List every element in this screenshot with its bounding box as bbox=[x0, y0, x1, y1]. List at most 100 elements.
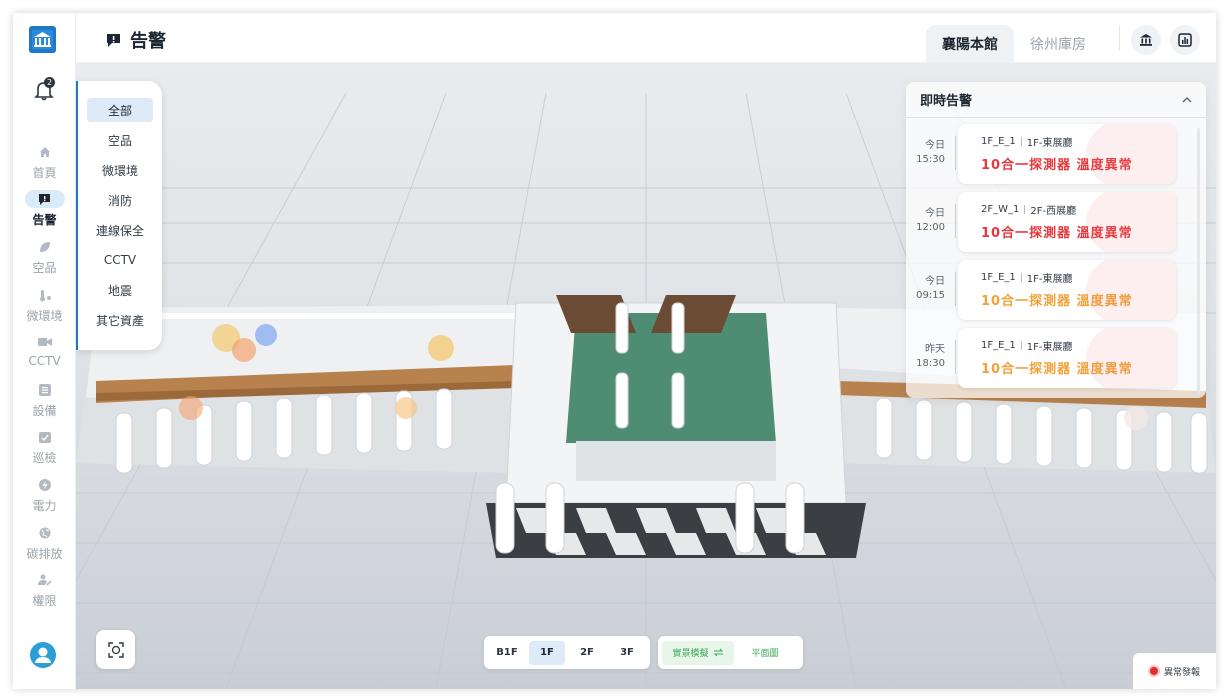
category-micro-env[interactable]: 微環境 bbox=[87, 158, 153, 182]
header-divider bbox=[1119, 25, 1120, 51]
alert-area: 2F-西展廳 bbox=[1030, 206, 1077, 217]
report-button[interactable] bbox=[1170, 25, 1200, 55]
category-all[interactable]: 全部 bbox=[87, 98, 153, 122]
swap-icon bbox=[713, 648, 723, 657]
nav-item-micro-env[interactable]: 微環境 bbox=[13, 286, 76, 330]
alert-card[interactable]: 1F_E_1 1F-東展廳 10合一探測器 溫度異常 bbox=[958, 124, 1176, 184]
nav-item-carbon[interactable]: 碳排放 bbox=[13, 524, 76, 568]
live-view-button[interactable]: 實景模擬 bbox=[662, 640, 734, 665]
floor-1f-button[interactable]: 1F bbox=[529, 640, 565, 665]
nav-label: 首頁 bbox=[32, 166, 57, 180]
alert-item[interactable]: 今日 15:30 1F_E_1 1F-東展廳 10合一探測器 溫度異常 bbox=[906, 122, 1198, 184]
camera-icon bbox=[25, 333, 65, 351]
nav-label: 告警 bbox=[32, 213, 57, 227]
alerts-scrollbar[interactable] bbox=[1197, 128, 1200, 394]
nav-label: 電力 bbox=[32, 499, 57, 513]
category-cctv[interactable]: CCTV bbox=[87, 248, 153, 272]
alert-message: 10合一探測器 溫度異常 bbox=[981, 362, 1133, 377]
globe-icon bbox=[25, 524, 65, 542]
bank-icon bbox=[1140, 34, 1152, 46]
checklist-icon bbox=[25, 428, 65, 446]
category-earthquake[interactable]: 地震 bbox=[87, 278, 153, 302]
alert-icon bbox=[24, 190, 65, 208]
alert-time: 昨天 18:30 bbox=[906, 340, 956, 374]
view-mode-selector: 實景模擬 平面圖 bbox=[658, 636, 803, 669]
alert-code: 2F_W_1 bbox=[981, 204, 1020, 215]
alert-message: 10合一探測器 溫度異常 bbox=[981, 226, 1133, 241]
alert-message: 10合一探測器 溫度異常 bbox=[981, 294, 1133, 309]
fit-view-button[interactable] bbox=[96, 630, 135, 669]
nav-item-permission[interactable]: 權限 bbox=[13, 571, 76, 615]
category-filter-menu: 全部 空品 微環境 消防 連線保全 CCTV 地震 其它資產 bbox=[76, 81, 162, 350]
alert-icon bbox=[107, 33, 120, 47]
alert-area: 1F-東展廳 bbox=[1026, 342, 1073, 353]
building-3d-view[interactable]: 全部 空品 微環境 消防 連線保全 CCTV 地震 其它資產 即時告警 今日 15… bbox=[76, 63, 1216, 689]
floor-3f-button[interactable]: 3F bbox=[609, 641, 645, 665]
nav-item-home[interactable]: 首頁 bbox=[13, 143, 76, 187]
category-fire[interactable]: 消防 bbox=[87, 188, 153, 212]
floor-plan-button[interactable]: 平面圖 bbox=[734, 641, 796, 665]
legend-label: 異常發報 bbox=[1164, 667, 1201, 678]
realtime-alerts-panel: 即時告警 今日 15:30 1F_E_1 1F-東展廳 10合一探測器 溫度異常 今… bbox=[906, 82, 1206, 398]
nav-label: 巡檢 bbox=[32, 451, 57, 465]
notification-bell[interactable]: 2 bbox=[31, 77, 57, 103]
sidebar: 2 首頁 告警 空品 微環境 CCTV 設備 巡檢 電力 碳排放 權限 bbox=[13, 13, 76, 689]
nav-label: 微環境 bbox=[26, 309, 63, 323]
alert-item[interactable]: 今日 09:15 1F_E_1 1F-東展廳 10合一探測器 溫度異常 bbox=[906, 258, 1198, 320]
nav-item-cctv[interactable]: CCTV bbox=[13, 333, 76, 377]
alert-time: 今日 12:00 bbox=[906, 204, 956, 238]
live-view-label: 實景模擬 bbox=[672, 649, 709, 659]
alert-item[interactable]: 今日 12:00 2F_W_1 2F-西展廳 10合一探測器 溫度異常 bbox=[906, 190, 1198, 252]
nav-label: 權限 bbox=[32, 594, 57, 608]
top-header: 告警 襄陽本館 徐州庫房 bbox=[76, 13, 1216, 63]
nav-item-inspection[interactable]: 巡檢 bbox=[13, 428, 76, 472]
category-security[interactable]: 連線保全 bbox=[87, 218, 153, 242]
alert-area: 1F-東展廳 bbox=[1026, 274, 1073, 285]
page-title: 告警 bbox=[106, 27, 166, 53]
user-avatar[interactable] bbox=[30, 642, 56, 668]
museum-logo[interactable] bbox=[29, 26, 56, 53]
floor-selector: B1F 1F 2F 3F bbox=[484, 636, 650, 669]
site-tabs: 襄陽本館 徐州庫房 bbox=[926, 25, 1102, 63]
page-title-text: 告警 bbox=[130, 31, 166, 52]
alert-item[interactable]: 昨天 18:30 1F_E_1 1F-東展廳 10合一探測器 溫度異常 bbox=[906, 326, 1198, 388]
alert-code: 1F_E_1 bbox=[981, 272, 1016, 283]
alert-time: 今日 15:30 bbox=[906, 136, 956, 170]
home-icon bbox=[25, 143, 65, 161]
alert-card[interactable]: 1F_E_1 1F-東展廳 10合一探測器 溫度異常 bbox=[958, 260, 1176, 320]
chevron-up-icon[interactable] bbox=[1182, 96, 1192, 103]
floor-b1f-button[interactable]: B1F bbox=[489, 641, 525, 665]
power-icon bbox=[25, 476, 65, 494]
nav-item-power[interactable]: 電力 bbox=[13, 476, 76, 520]
tab-xiangyang[interactable]: 襄陽本館 bbox=[926, 25, 1014, 63]
nav-label: 設備 bbox=[32, 404, 57, 418]
alert-code: 1F_E_1 bbox=[981, 340, 1016, 351]
alert-card[interactable]: 2F_W_1 2F-西展廳 10合一探測器 溫度異常 bbox=[958, 192, 1176, 252]
nav-item-alert[interactable]: 告警 bbox=[13, 190, 76, 234]
notification-count-badge: 2 bbox=[44, 77, 55, 88]
nav-item-equipment[interactable]: 設備 bbox=[13, 381, 76, 425]
alert-time: 今日 09:15 bbox=[906, 272, 956, 306]
alert-message: 10合一探測器 溫度異常 bbox=[981, 158, 1133, 173]
user-key-icon bbox=[25, 571, 65, 589]
thermometer-icon bbox=[25, 286, 65, 304]
alert-area: 1F-東展廳 bbox=[1026, 138, 1073, 149]
bar-chart-icon bbox=[1178, 33, 1192, 47]
nav-label: CCTV bbox=[28, 354, 61, 368]
nav-item-air-quality[interactable]: 空品 bbox=[13, 238, 76, 282]
alert-code: 1F_E_1 bbox=[981, 136, 1016, 147]
building-button[interactable] bbox=[1131, 25, 1161, 55]
category-other-assets[interactable]: 其它資產 bbox=[87, 308, 153, 332]
list-icon bbox=[25, 381, 65, 399]
nav-label: 碳排放 bbox=[26, 547, 63, 561]
alert-card[interactable]: 1F_E_1 1F-東展廳 10合一探測器 溫度異常 bbox=[958, 328, 1176, 388]
abnormal-legend: 異常發報 bbox=[1133, 653, 1216, 689]
nav-label: 空品 bbox=[32, 261, 57, 275]
app-window: 2 首頁 告警 空品 微環境 CCTV 設備 巡檢 電力 碳排放 權限 告警 襄… bbox=[13, 13, 1216, 689]
category-air-quality[interactable]: 空品 bbox=[87, 128, 153, 152]
tab-xuzhou[interactable]: 徐州庫房 bbox=[1014, 25, 1102, 63]
abnormal-dot-icon bbox=[1150, 667, 1158, 675]
focus-frame-icon bbox=[107, 641, 124, 658]
alerts-header[interactable]: 即時告警 bbox=[906, 82, 1206, 118]
floor-2f-button[interactable]: 2F bbox=[569, 641, 605, 665]
